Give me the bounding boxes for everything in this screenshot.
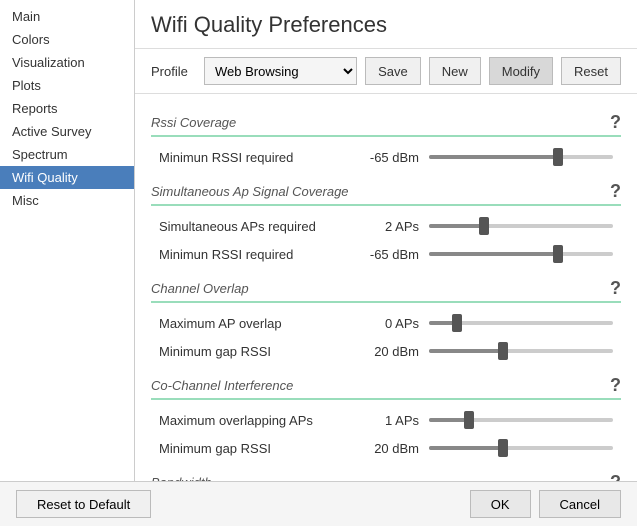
sidebar-item-main[interactable]: Main: [0, 5, 134, 28]
help-icon-rssi-coverage[interactable]: ?: [610, 112, 621, 133]
sidebar-item-active-survey[interactable]: Active Survey: [0, 120, 134, 143]
new-button[interactable]: New: [429, 57, 481, 85]
slider-track: [429, 155, 613, 159]
help-icon-channel-overlap[interactable]: ?: [610, 278, 621, 299]
section-header-rssi-coverage: Rssi Coverage?: [151, 112, 621, 137]
slider-track: [429, 418, 613, 422]
page-title: Wifi Quality Preferences: [135, 0, 637, 49]
sidebar: MainColorsVisualizationPlotsReportsActiv…: [0, 0, 135, 481]
setting-label: Maximum overlapping APs: [159, 413, 359, 428]
slider-thumb[interactable]: [498, 439, 508, 457]
slider-container[interactable]: [429, 217, 613, 235]
slider-filled: [429, 349, 503, 353]
section-header-channel-overlap: Channel Overlap?: [151, 278, 621, 303]
slider-thumb[interactable]: [452, 314, 462, 332]
setting-row: Minimum gap RSSI20 dBm: [151, 337, 621, 365]
footer: Reset to Default OK Cancel: [0, 481, 637, 526]
slider-filled: [429, 155, 558, 159]
section-header-bandwidth: Bandwidth?: [151, 472, 621, 481]
section-title-rssi-coverage: Rssi Coverage: [151, 115, 236, 130]
section-header-simultaneous-ap: Simultaneous Ap Signal Coverage?: [151, 181, 621, 206]
app-container: MainColorsVisualizationPlotsReportsActiv…: [0, 0, 637, 481]
slider-track: [429, 349, 613, 353]
setting-label: Maximum AP overlap: [159, 316, 359, 331]
help-icon-co-channel[interactable]: ?: [610, 375, 621, 396]
setting-value: -65 dBm: [359, 150, 429, 165]
help-icon-simultaneous-ap[interactable]: ?: [610, 181, 621, 202]
slider-track: [429, 252, 613, 256]
profile-select[interactable]: Web BrowsingVoiceVideoCustom: [204, 57, 357, 85]
sidebar-item-spectrum[interactable]: Spectrum: [0, 143, 134, 166]
save-button[interactable]: Save: [365, 57, 421, 85]
setting-value: 2 APs: [359, 219, 429, 234]
profile-bar: Profile Web BrowsingVoiceVideoCustom Sav…: [135, 49, 637, 94]
setting-row: Simultaneous APs required2 APs: [151, 212, 621, 240]
setting-value: 20 dBm: [359, 344, 429, 359]
setting-row: Minimum gap RSSI20 dBm: [151, 434, 621, 462]
setting-label: Minimun RSSI required: [159, 150, 359, 165]
settings-area: Rssi Coverage?Minimun RSSI required-65 d…: [135, 94, 637, 481]
section-title-simultaneous-ap: Simultaneous Ap Signal Coverage: [151, 184, 349, 199]
setting-value: 1 APs: [359, 413, 429, 428]
slider-filled: [429, 252, 558, 256]
setting-label: Minimum gap RSSI: [159, 344, 359, 359]
cancel-button[interactable]: Cancel: [539, 490, 621, 518]
sidebar-item-wifi-quality[interactable]: Wifi Quality: [0, 166, 134, 189]
modify-button[interactable]: Modify: [489, 57, 553, 85]
sidebar-item-plots[interactable]: Plots: [0, 74, 134, 97]
reset-button[interactable]: Reset: [561, 57, 621, 85]
section-title-bandwidth: Bandwidth: [151, 475, 212, 481]
setting-row: Minimun RSSI required-65 dBm: [151, 240, 621, 268]
section-title-channel-overlap: Channel Overlap: [151, 281, 249, 296]
sidebar-item-reports[interactable]: Reports: [0, 97, 134, 120]
setting-row: Maximum overlapping APs1 APs: [151, 406, 621, 434]
slider-container[interactable]: [429, 439, 613, 457]
profile-label: Profile: [151, 64, 196, 79]
slider-container[interactable]: [429, 314, 613, 332]
setting-value: -65 dBm: [359, 247, 429, 262]
slider-filled: [429, 418, 469, 422]
section-title-co-channel: Co-Channel Interference: [151, 378, 293, 393]
setting-row: Minimun RSSI required-65 dBm: [151, 143, 621, 171]
sidebar-item-visualization[interactable]: Visualization: [0, 51, 134, 74]
main-content: Wifi Quality Preferences Profile Web Bro…: [135, 0, 637, 481]
reset-default-button[interactable]: Reset to Default: [16, 490, 151, 518]
slider-thumb[interactable]: [553, 245, 563, 263]
slider-track: [429, 321, 613, 325]
slider-container[interactable]: [429, 342, 613, 360]
sidebar-item-colors[interactable]: Colors: [0, 28, 134, 51]
setting-label: Minimun RSSI required: [159, 247, 359, 262]
ok-button[interactable]: OK: [470, 490, 531, 518]
slider-thumb[interactable]: [553, 148, 563, 166]
section-header-co-channel: Co-Channel Interference?: [151, 375, 621, 400]
setting-value: 0 APs: [359, 316, 429, 331]
slider-thumb[interactable]: [464, 411, 474, 429]
slider-container[interactable]: [429, 148, 613, 166]
slider-container[interactable]: [429, 411, 613, 429]
slider-thumb[interactable]: [479, 217, 489, 235]
slider-filled: [429, 446, 503, 450]
slider-thumb[interactable]: [498, 342, 508, 360]
slider-container[interactable]: [429, 245, 613, 263]
help-icon-bandwidth[interactable]: ?: [610, 472, 621, 481]
setting-label: Simultaneous APs required: [159, 219, 359, 234]
slider-track: [429, 446, 613, 450]
sidebar-item-misc[interactable]: Misc: [0, 189, 134, 212]
setting-row: Maximum AP overlap0 APs: [151, 309, 621, 337]
slider-filled: [429, 224, 484, 228]
setting-value: 20 dBm: [359, 441, 429, 456]
setting-label: Minimum gap RSSI: [159, 441, 359, 456]
slider-track: [429, 224, 613, 228]
